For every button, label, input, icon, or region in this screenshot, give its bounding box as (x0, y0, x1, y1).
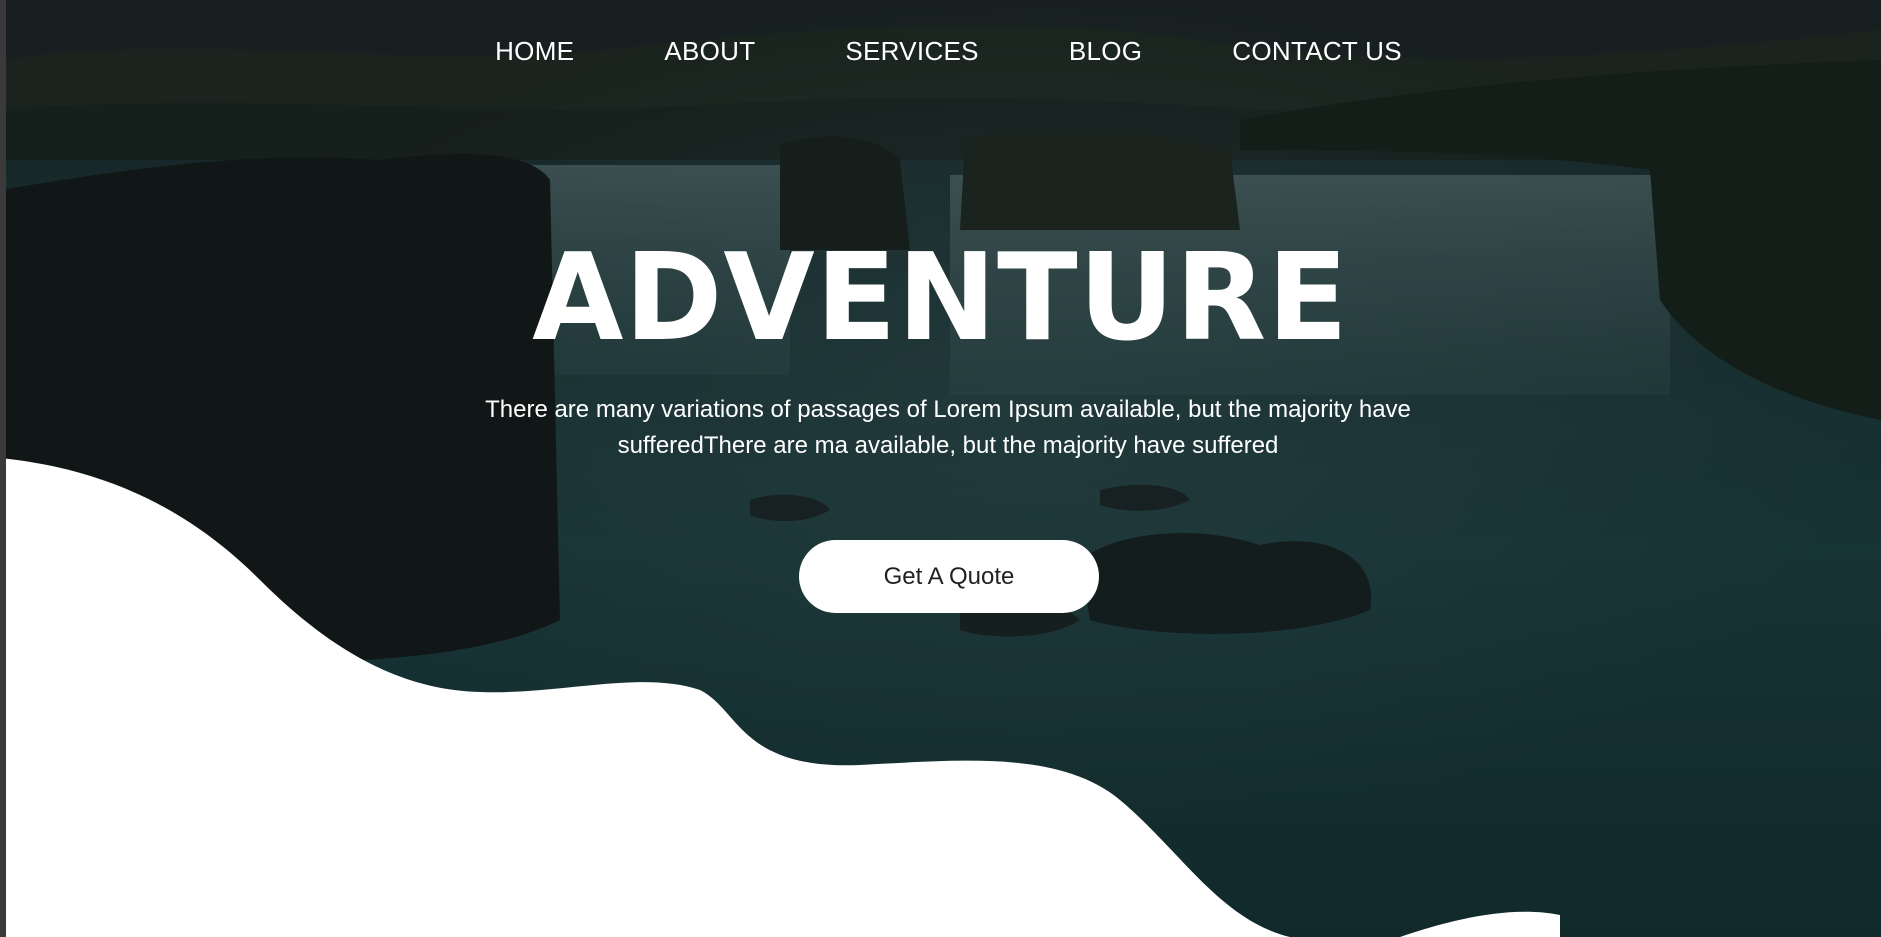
get-a-quote-button[interactable]: Get A Quote (799, 540, 1099, 613)
nav-item-contact-us[interactable]: CONTACT US (1232, 36, 1402, 67)
page-left-border (0, 0, 6, 937)
hero-wave-divider (0, 458, 1560, 937)
hero-title: ADVENTURE (532, 226, 1349, 368)
nav-item-blog[interactable]: BLOG (1069, 36, 1142, 67)
nav-menu: HOME ABOUT SERVICES BLOG CONTACT US (479, 36, 1402, 67)
nav-item-services[interactable]: SERVICES (845, 36, 978, 67)
nav-item-about[interactable]: ABOUT (664, 36, 755, 67)
nav-item-home[interactable]: HOME (495, 36, 574, 67)
page: HOME ABOUT SERVICES BLOG CONTACT US ADVE… (0, 0, 1881, 937)
top-navigation: HOME ABOUT SERVICES BLOG CONTACT US (0, 36, 1881, 67)
hero-description: There are many variations of passages of… (485, 396, 1411, 459)
